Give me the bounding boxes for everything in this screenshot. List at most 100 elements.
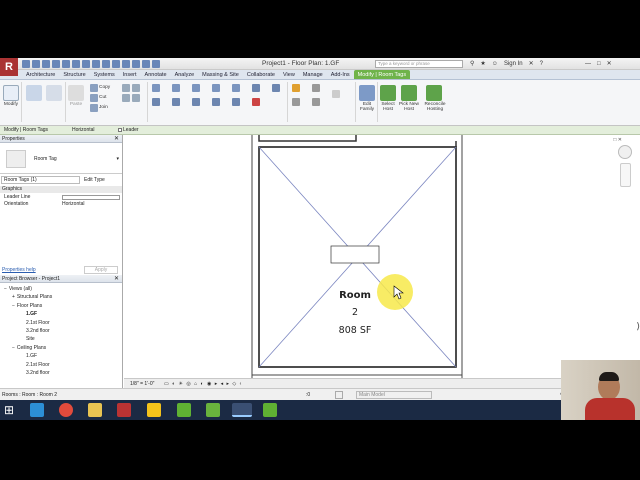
pin-icon[interactable]	[252, 84, 260, 92]
tab-annotate[interactable]: Annotate	[141, 70, 171, 79]
tree-toggle-icon[interactable]: −	[4, 286, 7, 292]
copy-icon[interactable]	[90, 84, 98, 92]
tab-systems[interactable]: Systems	[90, 70, 119, 79]
file-explorer-icon[interactable]	[88, 403, 102, 417]
type-properties-icon[interactable]	[26, 85, 42, 101]
camtasia-icon[interactable]	[206, 403, 220, 417]
chevron-down-icon[interactable]: ▾	[116, 156, 119, 162]
tree-toggle-icon[interactable]: −	[12, 345, 15, 351]
design-options-icon[interactable]	[335, 391, 343, 399]
split-icon[interactable]	[232, 84, 240, 92]
internet-explorer-icon[interactable]	[30, 403, 44, 417]
model-select[interactable]: Main Model	[356, 391, 432, 399]
text-icon[interactable]	[102, 60, 110, 68]
edit-family-button[interactable]: Edit Family	[356, 102, 378, 112]
drag-handle-icon[interactable]: ⟩	[636, 321, 640, 332]
join-icon[interactable]	[90, 104, 98, 112]
tree-toggle-icon[interactable]: +	[12, 294, 15, 300]
open-icon[interactable]	[22, 60, 30, 68]
room-number-box[interactable]	[330, 245, 380, 264]
element-filter-select[interactable]: Room Tags (1)	[1, 176, 80, 184]
browser-item[interactable]: Site	[20, 336, 35, 342]
override-icon[interactable]	[312, 84, 320, 92]
create-icon[interactable]	[312, 98, 320, 106]
select-host-icon[interactable]	[380, 85, 396, 101]
delete-icon[interactable]	[252, 98, 260, 106]
binoculars-icon[interactable]: ⚲	[470, 60, 474, 67]
reconcile-hosting-button[interactable]: Reconcile Hosting	[421, 102, 449, 112]
maximize-button[interactable]: □	[597, 61, 601, 67]
paste-icon[interactable]	[68, 85, 84, 101]
browser-item[interactable]: 3.2nd floor	[20, 370, 50, 376]
browser-item[interactable]: + Structural Plans	[12, 294, 52, 300]
modify-button[interactable]: Modify	[0, 102, 22, 107]
chrome-icon[interactable]	[59, 403, 73, 417]
section-icon[interactable]	[122, 60, 130, 68]
tab-add-ins[interactable]: Add-Ins	[327, 70, 354, 79]
dimension-icon[interactable]	[82, 60, 90, 68]
save-icon[interactable]	[32, 60, 40, 68]
room-tag-number[interactable]: 2	[331, 307, 379, 318]
browser-item[interactable]: 2.1st Floor	[20, 362, 50, 368]
browser-item[interactable]: − Ceiling Plans	[12, 345, 46, 351]
join-button[interactable]: Join	[99, 105, 108, 110]
select-host-button[interactable]: Select Host	[378, 102, 398, 112]
scale-icon[interactable]	[272, 84, 280, 92]
help-icon[interactable]: ?	[540, 61, 543, 67]
browser-item[interactable]: 2.1st Floor	[20, 320, 50, 326]
paint-icon[interactable]	[122, 84, 130, 92]
rotate-icon[interactable]	[192, 98, 200, 106]
revit-logo[interactable]: R	[0, 58, 18, 76]
leader-line-checkbox[interactable]	[62, 195, 120, 200]
view-cube-icon[interactable]	[618, 145, 632, 159]
move-icon[interactable]	[152, 98, 160, 106]
close-icon[interactable]: ✕	[114, 135, 119, 143]
room-tag-name[interactable]: Room	[330, 290, 380, 301]
switch-windows-icon[interactable]	[152, 60, 160, 68]
browser-item[interactable]: − Views (all)	[4, 286, 32, 292]
leader-checkbox[interactable]: Leader	[118, 126, 139, 135]
pick-new-host-button[interactable]: Pick New Host	[396, 102, 422, 112]
door-opening[interactable]	[258, 135, 357, 142]
paste-button[interactable]: Paste	[66, 102, 86, 107]
search-input[interactable]: Type a keyword or phrase	[375, 60, 463, 68]
tab-analyze[interactable]: Analyze	[171, 70, 199, 79]
graphics-group[interactable]: Graphics	[0, 186, 122, 193]
hide-icon[interactable]	[292, 84, 300, 92]
revit-taskbar-icon[interactable]	[232, 403, 252, 417]
tab-insert[interactable]: Insert	[119, 70, 141, 79]
tag-icon[interactable]	[92, 60, 100, 68]
properties-palette-icon[interactable]	[46, 85, 62, 101]
measure-tool-icon[interactable]	[292, 98, 300, 106]
apply-button[interactable]: Apply	[84, 266, 118, 274]
geometry-icon[interactable]	[122, 94, 130, 102]
close-button[interactable]: ✕	[607, 60, 612, 67]
array-icon[interactable]	[232, 98, 240, 106]
measure-icon[interactable]	[72, 60, 80, 68]
thin-lines-icon[interactable]	[132, 60, 140, 68]
app-icon[interactable]	[117, 403, 131, 417]
trim-icon[interactable]	[212, 98, 220, 106]
checkbox-box[interactable]	[118, 127, 122, 132]
type-selector[interactable]: Room Tag ▾	[0, 144, 122, 174]
tree-toggle-icon[interactable]: −	[12, 303, 15, 309]
tab-architecture[interactable]: Architecture	[22, 70, 59, 79]
offset-icon[interactable]	[172, 84, 180, 92]
subscription-icon[interactable]: ★	[480, 60, 485, 67]
pick-new-host-icon[interactable]	[401, 85, 417, 101]
mirror-draw-icon[interactable]	[212, 84, 220, 92]
mirror-axis-icon[interactable]	[192, 84, 200, 92]
view-window-controls[interactable]: □ ✕	[613, 137, 622, 143]
editable-zero[interactable]: :0	[306, 389, 310, 400]
copy-button[interactable]: Copy	[99, 85, 110, 90]
exchange-icon[interactable]: ✕	[529, 60, 534, 67]
folder-icon[interactable]	[147, 403, 161, 417]
orientation-select[interactable]: Horizontal	[72, 126, 95, 135]
browser-item[interactable]: − Floor Plans	[12, 303, 42, 309]
browser-item[interactable]: 1.GF	[20, 353, 37, 359]
camtasia-recorder-icon[interactable]	[263, 403, 277, 417]
redo-icon[interactable]	[52, 60, 60, 68]
edit-family-icon[interactable]	[359, 85, 375, 101]
drawing-canvas[interactable]: Room 2 808 SF □ ✕ ⟩	[124, 135, 640, 388]
browser-item[interactable]: 3.2nd floor	[20, 328, 50, 334]
